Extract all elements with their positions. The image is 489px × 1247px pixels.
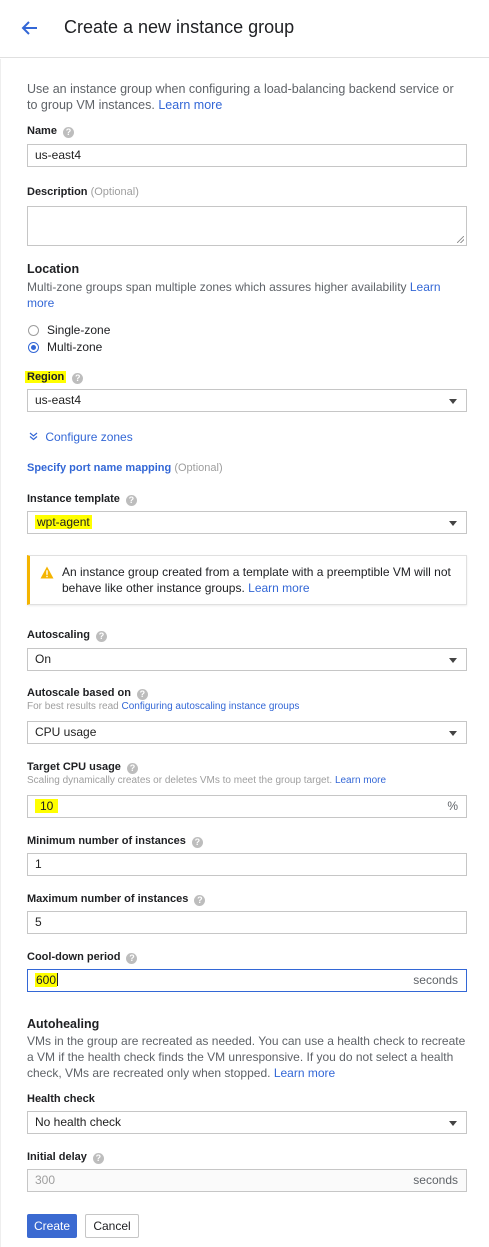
autoscale-hint: For best results read Configuring autosc…: [27, 701, 300, 712]
autoscaling-docs-link[interactable]: Configuring autoscaling instance groups: [122, 701, 300, 712]
help-icon[interactable]: ?: [72, 373, 84, 384]
target-cpu-input[interactable]: 10 %: [27, 795, 467, 818]
max-instances-label: Maximum number of instances?: [27, 893, 206, 906]
dropdown-arrow-icon: [449, 731, 457, 736]
chevron-down-icon: [29, 432, 38, 441]
region-label: Region?: [25, 371, 84, 384]
initial-delay-input[interactable]: 300 seconds: [27, 1169, 467, 1192]
location-desc: Multi-zone groups span multiple zones wh…: [27, 280, 441, 310]
name-input[interactable]: us-east4: [27, 144, 467, 167]
autohealing-desc: VMs in the group are recreated as needed…: [27, 1034, 466, 1080]
intro-learn-more-link[interactable]: Learn more: [158, 98, 222, 112]
single-zone-label[interactable]: Single-zone: [47, 323, 110, 337]
cooldown-input[interactable]: 600 seconds: [27, 969, 467, 992]
help-icon[interactable]: ?: [136, 689, 148, 700]
port-mapping-row: Specify port name mapping (Optional): [27, 462, 223, 474]
intro-text: Use an instance group when configuring a…: [27, 82, 454, 112]
instance-template-select[interactable]: wpt-agent: [27, 511, 467, 534]
help-icon[interactable]: ?: [125, 495, 137, 506]
cancel-button[interactable]: Cancel: [85, 1214, 139, 1238]
help-icon[interactable]: ?: [95, 631, 107, 642]
autoscale-based-on-label: Autoscale based on?: [27, 687, 148, 700]
target-cpu-learn-more-link[interactable]: Learn more: [335, 775, 386, 786]
help-icon[interactable]: ?: [191, 837, 203, 848]
create-button[interactable]: Create: [27, 1214, 77, 1238]
description-textarea[interactable]: [27, 206, 467, 246]
help-icon[interactable]: ?: [92, 1153, 104, 1164]
autoscaling-select[interactable]: On: [27, 648, 467, 671]
multi-zone-radio[interactable]: [28, 342, 39, 353]
back-arrow-icon[interactable]: [20, 18, 40, 38]
max-instances-input[interactable]: 5: [27, 911, 467, 934]
warning-learn-more-link[interactable]: Learn more: [248, 581, 309, 595]
preemptible-warning: An instance group created from a templat…: [27, 555, 467, 605]
multi-zone-label[interactable]: Multi-zone: [47, 340, 102, 354]
resize-handle[interactable]: [457, 236, 464, 243]
min-instances-input[interactable]: 1: [27, 853, 467, 876]
help-icon[interactable]: ?: [194, 895, 206, 906]
dropdown-arrow-icon: [449, 1121, 457, 1126]
help-icon[interactable]: ?: [62, 127, 74, 138]
target-cpu-label: Target CPU usage?: [27, 761, 138, 774]
autoscaling-label: Autoscaling?: [27, 629, 107, 642]
cooldown-label: Cool-down period?: [27, 951, 138, 964]
text-cursor: [57, 973, 59, 986]
form-content: Use an instance group when configuring a…: [0, 59, 489, 1247]
autoscale-based-on-select[interactable]: CPU usage: [27, 721, 467, 744]
configure-zones-link[interactable]: Configure zones: [29, 430, 133, 444]
autohealing-learn-more-link[interactable]: Learn more: [274, 1066, 335, 1080]
page-title: Create a new instance group: [64, 17, 295, 37]
help-icon[interactable]: ?: [126, 763, 138, 774]
warning-icon: [40, 566, 54, 579]
autohealing-title: Autohealing: [27, 1017, 100, 1031]
min-instances-label: Minimum number of instances?: [27, 835, 203, 848]
page-header: Create a new instance group: [0, 0, 489, 58]
initial-delay-label: Initial delay?: [27, 1151, 104, 1164]
name-label: Name?: [27, 125, 74, 138]
port-mapping-link[interactable]: Specify port name mapping: [27, 462, 171, 474]
help-icon[interactable]: ?: [126, 953, 138, 964]
dropdown-arrow-icon: [449, 658, 457, 663]
region-select[interactable]: us-east4: [27, 389, 467, 412]
dropdown-arrow-icon: [449, 399, 457, 404]
warning-text: An instance group created from a templat…: [62, 565, 451, 595]
single-zone-radio[interactable]: [28, 325, 39, 336]
dropdown-arrow-icon: [449, 521, 457, 526]
health-check-select[interactable]: No health check: [27, 1111, 467, 1134]
description-label: Description (Optional): [27, 186, 139, 198]
location-title: Location: [27, 262, 80, 276]
health-check-label: Health check: [27, 1093, 95, 1105]
target-cpu-hint: Scaling dynamically creates or deletes V…: [27, 775, 387, 786]
instance-template-label: Instance template?: [27, 493, 137, 506]
